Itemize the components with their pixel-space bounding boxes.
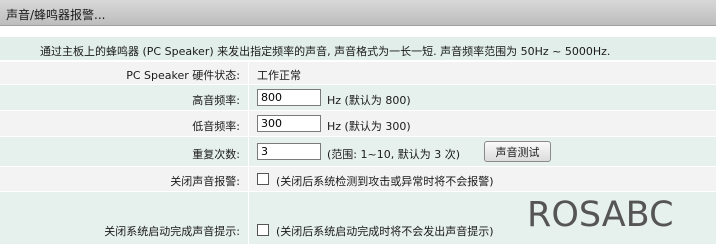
description-row: 通过主板上的蜂鸣器 (PC Speaker) 来发出指定频率的声音, 声音格式为… (0, 36, 716, 60)
description-text: 通过主板上的蜂鸣器 (PC Speaker) 来发出指定频率的声音, 声音格式为… (40, 45, 611, 58)
disable-boot-sound-checkbox[interactable] (257, 224, 269, 236)
low-frequency-row: 低音频率: Hz (默认为 300) (0, 110, 716, 136)
sound-alarm-settings-panel: 声音/蜂鸣器报警... 通过主板上的蜂鸣器 (PC Speaker) 来发出指定… (0, 0, 716, 244)
high-frequency-row: 高音频率: Hz (默认为 800) (0, 84, 716, 110)
status-row: PC Speaker 硬件状态: 工作正常 (0, 61, 716, 84)
column-divider (248, 62, 249, 84)
low-frequency-label: 低音频率: (192, 120, 240, 133)
column-divider (248, 137, 249, 166)
disable-alarm-hint: (关闭后系统检测到攻击或异常时将不会报警) (276, 175, 494, 188)
status-label: PC Speaker 硬件状态: (126, 69, 240, 82)
section-title: 声音/蜂鸣器报警... (6, 8, 106, 22)
disable-boot-sound-hint: (关闭后系统启动完成时将不会发出声音提示) (276, 225, 494, 238)
section-title-bar: 声音/蜂鸣器报警... (0, 0, 716, 26)
high-frequency-hint: Hz (默认为 800) (327, 94, 411, 107)
column-divider (248, 192, 249, 244)
column-divider (248, 111, 249, 136)
high-frequency-input[interactable] (257, 89, 321, 106)
spacer (0, 26, 716, 36)
column-divider (248, 85, 249, 110)
column-divider (248, 167, 249, 191)
disable-alarm-label: 关闭声音报警: (170, 175, 240, 188)
low-frequency-hint: Hz (默认为 300) (327, 120, 411, 133)
disable-boot-sound-label: 关闭系统启动完成声音提示: (104, 225, 240, 238)
repeat-count-hint: (范围: 1~10, 默认为 3 次) (327, 148, 460, 161)
repeat-count-label: 重复次数: (192, 148, 240, 161)
disable-alarm-checkbox[interactable] (257, 173, 269, 185)
repeat-count-input[interactable] (257, 143, 321, 160)
low-frequency-input[interactable] (257, 115, 321, 132)
high-frequency-label: 高音频率: (192, 94, 240, 107)
disable-alarm-row: 关闭声音报警: (关闭后系统检测到攻击或异常时将不会报警) (0, 166, 716, 191)
sound-test-button[interactable]: 声音测试 (484, 141, 551, 162)
watermark-logo: ROSABC (527, 195, 674, 235)
repeat-count-row: 重复次数: (范围: 1~10, 默认为 3 次) 声音测试 (0, 136, 716, 166)
status-value: 工作正常 (257, 69, 301, 82)
